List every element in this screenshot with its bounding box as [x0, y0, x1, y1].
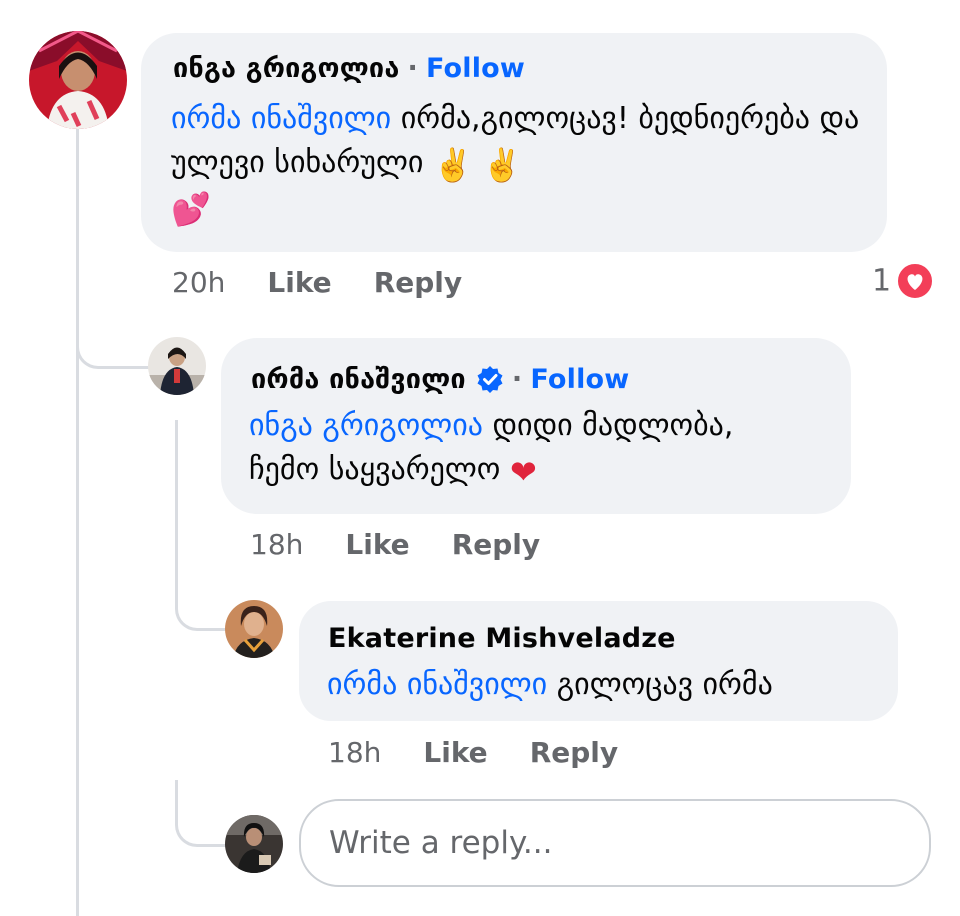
- avatar[interactable]: [148, 337, 206, 395]
- profile-photo-icon: [29, 31, 127, 129]
- avatar[interactable]: [225, 600, 283, 658]
- reaction-count: 1: [872, 263, 892, 299]
- two-hearts-emoji: 💕: [171, 190, 211, 228]
- profile-photo-icon: [148, 337, 206, 395]
- thread-connector-3: [175, 780, 226, 847]
- separator-dot: ·: [407, 53, 418, 84]
- mention-link[interactable]: ირმა ინაშვილი: [171, 101, 391, 136]
- comment-text: ინგა გრიგოლია დიდი მადლობა, ჩემო საყვარე…: [249, 404, 839, 492]
- comment-text: ირმა ინაშვილი ირმა,გილოცავ! ბედნიერება დ…: [171, 97, 861, 229]
- victory-hand-emoji: ✌️: [432, 146, 473, 184]
- follow-button[interactable]: Follow: [530, 364, 629, 395]
- comment-header: ირმა ინაშვილი · Follow: [251, 364, 629, 395]
- author-name[interactable]: ირმა ინაშვილი: [251, 364, 466, 395]
- reply-button[interactable]: Reply: [530, 736, 618, 769]
- avatar[interactable]: [29, 31, 127, 129]
- reaction-summary[interactable]: 1: [872, 262, 935, 302]
- comment-bubble: ირმა ინაშვილი · Follow ინგა გრიგოლია დიდი…: [221, 338, 851, 514]
- reply-button[interactable]: Reply: [452, 528, 540, 561]
- mention-link[interactable]: ინგა გრიგოლია: [249, 408, 483, 443]
- love-reaction-icon: [896, 262, 935, 300]
- current-user-avatar: [225, 815, 283, 873]
- author-name[interactable]: Ekaterine Mishveladze: [328, 623, 676, 654]
- profile-photo-icon: [225, 600, 283, 658]
- thread-connector-2: [175, 580, 226, 631]
- comment-header: ინგა გრიგოლია · Follow: [173, 53, 525, 84]
- comment-text: ირმა ინაშვილი გილოცავ ირმა: [327, 663, 887, 707]
- thread-line-reply: [175, 420, 178, 605]
- mention-link[interactable]: ირმა ინაშვილი: [327, 667, 547, 702]
- separator-dot: ·: [511, 364, 523, 395]
- like-button[interactable]: Like: [345, 528, 409, 561]
- comment-actions: 18h Like Reply: [250, 528, 582, 561]
- like-button[interactable]: Like: [267, 266, 331, 299]
- comment-header: Ekaterine Mishveladze: [328, 623, 676, 654]
- reply-input-placeholder: Write a reply...: [329, 825, 553, 861]
- comment-body-line2: ჩემო საყვარელო: [249, 452, 501, 487]
- thread-connector-1: [76, 300, 149, 369]
- timestamp[interactable]: 18h: [250, 528, 303, 561]
- follow-button[interactable]: Follow: [426, 53, 525, 84]
- red-heart-emoji: ❤: [509, 453, 537, 491]
- comment-body-line1: დიდი მადლობა,: [492, 408, 734, 443]
- comment-body: გილოცავ ირმა: [556, 667, 773, 702]
- comment-actions: 20h Like Reply: [172, 266, 504, 299]
- comment-bubble: Ekaterine Mishveladze ირმა ინაშვილი გილო…: [299, 601, 898, 721]
- profile-photo-icon: [225, 815, 283, 873]
- victory-hand-emoji: ✌️: [482, 146, 523, 184]
- reply-input[interactable]: Write a reply...: [299, 799, 931, 887]
- author-name[interactable]: ინგა გრიგოლია: [173, 53, 400, 84]
- timestamp[interactable]: 18h: [328, 736, 381, 769]
- verified-badge-icon: [477, 366, 503, 393]
- timestamp[interactable]: 20h: [172, 266, 225, 299]
- like-button[interactable]: Like: [423, 736, 487, 769]
- reply-button[interactable]: Reply: [374, 266, 462, 299]
- thread-line-main: [76, 128, 79, 916]
- comment-actions: 18h Like Reply: [328, 736, 660, 769]
- comment-bubble: ინგა გრიგოლია · Follow ირმა ინაშვილი ირმა,…: [141, 33, 887, 252]
